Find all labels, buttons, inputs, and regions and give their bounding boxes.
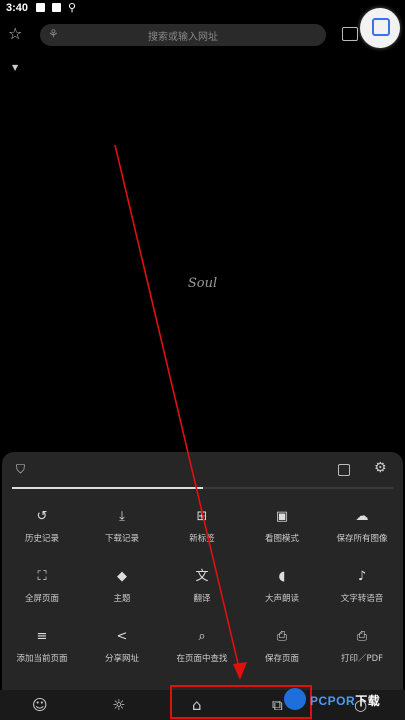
watermark-logo-icon [284, 688, 306, 710]
watermark-text: PCPOR下载 [310, 694, 381, 708]
watermark-logo: PCPOR下载 [280, 686, 405, 718]
annotation-arrow [114, 144, 247, 680]
